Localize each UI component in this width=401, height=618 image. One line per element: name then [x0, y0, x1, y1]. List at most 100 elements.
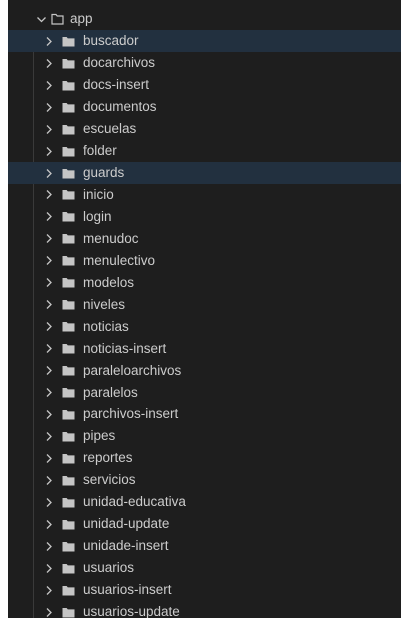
folder-icon	[62, 276, 75, 290]
chevron-right-icon[interactable]	[43, 517, 55, 531]
folder-icon	[62, 78, 75, 92]
tree-item-label: usuarios-insert	[83, 582, 172, 598]
tree-item-noticias[interactable]: noticias	[8, 316, 401, 338]
tree-item-noticias-insert[interactable]: noticias-insert	[8, 338, 401, 360]
tree-item-label: buscador	[83, 33, 139, 49]
chevron-right-icon[interactable]	[43, 342, 55, 356]
folder-icon	[62, 166, 75, 180]
chevron-down-icon[interactable]	[35, 12, 47, 26]
tree-item-reportes[interactable]: reportes	[8, 447, 401, 469]
chevron-right-icon[interactable]	[43, 210, 55, 224]
chevron-right-icon[interactable]	[43, 122, 55, 136]
tree-item-label: noticias-insert	[83, 340, 167, 356]
file-explorer-panel: app buscador docarchivos docs-insert docume…	[8, 0, 401, 618]
chevron-right-icon[interactable]	[43, 407, 55, 421]
folder-icon	[62, 100, 75, 114]
tree-item-menulectivo[interactable]: menulectivo	[8, 250, 401, 272]
tree-item-label: unidade-insert	[83, 538, 169, 554]
tree-item-label: inicio	[83, 186, 114, 202]
folder-icon	[62, 210, 75, 224]
tree-item-niveles[interactable]: niveles	[8, 294, 401, 316]
chevron-right-icon[interactable]	[43, 539, 55, 553]
folder-icon	[62, 495, 75, 509]
chevron-right-icon[interactable]	[43, 495, 55, 509]
tree-item-folder[interactable]: folder	[8, 140, 401, 162]
tree-item-paraleloarchivos[interactable]: paraleloarchivos	[8, 360, 401, 382]
chevron-right-icon[interactable]	[43, 34, 55, 48]
folder-icon	[62, 517, 75, 531]
folder-icon	[62, 539, 75, 553]
tree-item-buscador[interactable]: buscador	[8, 30, 401, 53]
tree-item-guards[interactable]: guards	[8, 162, 401, 184]
tree-item-label: menulectivo	[83, 252, 156, 268]
folder-icon	[62, 605, 75, 618]
tree-item-usuarios[interactable]: usuarios	[8, 557, 401, 579]
chevron-right-icon[interactable]	[43, 386, 55, 400]
folder-icon	[62, 407, 75, 421]
tree-item-label: folder	[83, 143, 117, 159]
tree-root-label: app	[70, 11, 93, 26]
chevron-right-icon[interactable]	[43, 188, 55, 202]
chevron-right-icon[interactable]	[43, 78, 55, 92]
chevron-right-icon[interactable]	[43, 100, 55, 114]
tree-root-app[interactable]: app	[8, 8, 401, 30]
folder-icon	[62, 188, 75, 202]
tree-item-label: niveles	[83, 296, 126, 312]
tree-item-label: usuarios-update	[83, 604, 180, 618]
tree-item-login[interactable]: login	[8, 206, 401, 228]
chevron-right-icon[interactable]	[43, 254, 55, 268]
chevron-right-icon[interactable]	[43, 583, 55, 597]
tree-item-label: paraleloarchivos	[83, 362, 182, 378]
folder-icon	[62, 320, 75, 334]
folder-icon	[62, 122, 75, 136]
tree-item-menudoc[interactable]: menudoc	[8, 228, 401, 250]
folder-icon	[62, 56, 75, 70]
tree-item-documentos[interactable]: documentos	[8, 96, 401, 118]
tree-item-usuarios-update[interactable]: usuarios-update	[8, 601, 401, 618]
tree-item-paralelos[interactable]: paralelos	[8, 382, 401, 404]
tree-item-label: docs-insert	[83, 77, 150, 93]
chevron-right-icon[interactable]	[43, 451, 55, 465]
tree-item-unidad-update[interactable]: unidad-update	[8, 513, 401, 535]
chevron-right-icon[interactable]	[43, 364, 55, 378]
chevron-right-icon[interactable]	[43, 429, 55, 443]
folder-icon	[62, 583, 75, 597]
tree-item-label: paralelos	[83, 384, 138, 400]
chevron-right-icon[interactable]	[43, 473, 55, 487]
tree-item-usuarios-insert[interactable]: usuarios-insert	[8, 579, 401, 601]
chevron-right-icon[interactable]	[43, 320, 55, 334]
tree-item-escuelas[interactable]: escuelas	[8, 118, 401, 140]
tree-item-label: escuelas	[83, 121, 137, 137]
folder-icon	[62, 298, 75, 312]
tree-item-pipes[interactable]: pipes	[8, 425, 401, 447]
chevron-right-icon[interactable]	[43, 298, 55, 312]
tree-item-label: menudoc	[83, 230, 139, 246]
chevron-right-icon[interactable]	[43, 561, 55, 575]
tree-item-label: documentos	[83, 99, 157, 115]
tree-item-label: usuarios	[83, 560, 135, 576]
tree-item-unidade-insert[interactable]: unidade-insert	[8, 535, 401, 557]
tree-item-label: noticias	[83, 318, 129, 334]
tree-item-docarchivos[interactable]: docarchivos	[8, 52, 401, 74]
chevron-right-icon[interactable]	[43, 56, 55, 70]
tree-item-unidad-educativa[interactable]: unidad-educativa	[8, 491, 401, 513]
chevron-right-icon[interactable]	[43, 166, 55, 180]
folder-icon	[62, 34, 75, 48]
folder-icon	[62, 429, 75, 443]
chevron-right-icon[interactable]	[43, 276, 55, 290]
folder-icon	[62, 386, 75, 400]
chevron-right-icon[interactable]	[43, 144, 55, 158]
tree-item-parchivos-insert[interactable]: parchivos-insert	[8, 403, 401, 425]
tree-item-inicio[interactable]: inicio	[8, 184, 401, 206]
tree-item-label: guards	[83, 165, 125, 180]
folder-icon	[62, 232, 75, 246]
tree-item-servicios[interactable]: servicios	[8, 469, 401, 491]
tree-item-modelos[interactable]: modelos	[8, 272, 401, 294]
folder-icon	[62, 364, 75, 378]
folder-icon	[62, 144, 75, 158]
tree-item-docs-insert[interactable]: docs-insert	[8, 74, 401, 96]
tree-item-label: login	[83, 208, 112, 224]
folder-icon	[62, 254, 75, 268]
chevron-right-icon[interactable]	[43, 605, 55, 618]
chevron-right-icon[interactable]	[43, 232, 55, 246]
